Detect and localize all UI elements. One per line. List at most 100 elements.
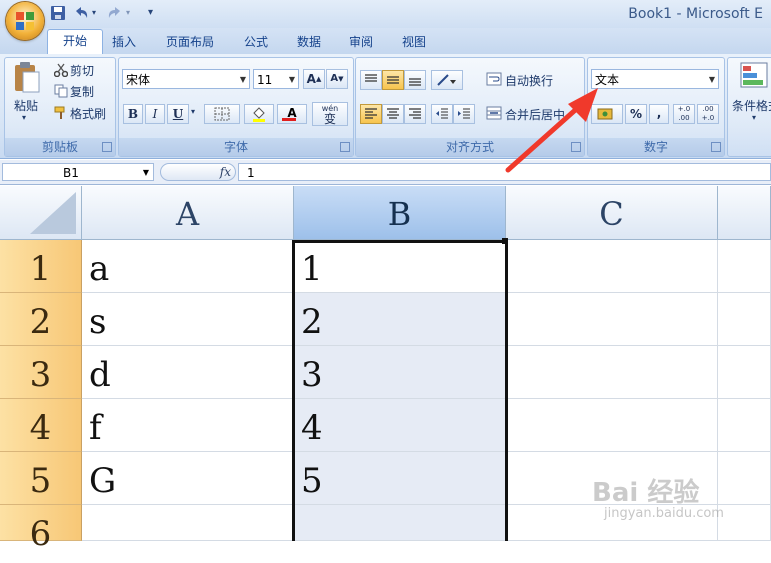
watermark-url: jingyan.baidu.com	[604, 506, 724, 521]
row-header-5[interactable]: 5	[0, 452, 82, 505]
font-name-value: 宋体	[126, 73, 151, 87]
red-arrow-annotation	[505, 88, 598, 173]
decrease-indent-icon[interactable]	[431, 104, 453, 124]
orientation-icon[interactable]	[431, 70, 463, 90]
shrink-font-label: A	[330, 73, 339, 84]
conditional-format-dropdown[interactable]: ▾	[752, 113, 756, 122]
cell-c4[interactable]	[506, 399, 718, 452]
tab-home[interactable]: 开始	[47, 29, 103, 55]
percent-style-button[interactable]: %	[625, 104, 647, 124]
underline-dropdown[interactable]: ▾	[191, 107, 195, 116]
row-header-1[interactable]: 1	[0, 240, 82, 293]
row-header-2[interactable]: 2	[0, 293, 82, 346]
redo-icon[interactable]	[104, 5, 124, 21]
border-grid-icon	[214, 107, 230, 121]
align-top-icon[interactable]	[360, 70, 382, 90]
row-header-6[interactable]: 6	[0, 505, 82, 554]
decrease-decimal-button[interactable]: .00 +.0	[697, 104, 719, 124]
cell-c1[interactable]	[506, 240, 718, 293]
number-format-select[interactable]: 文本 ▼	[591, 69, 719, 89]
font-name-select[interactable]: 宋体 ▼	[122, 69, 250, 89]
tab-page-layout[interactable]: 页面布局	[164, 31, 216, 53]
name-box-value: B1	[63, 166, 79, 180]
increase-decimal-button[interactable]: +.0 .00	[673, 104, 695, 124]
number-dialog-launcher[interactable]	[711, 142, 721, 152]
cell-b2[interactable]: 2	[294, 293, 506, 346]
grow-font-button[interactable]: A▲	[303, 69, 325, 89]
align-middle-icon[interactable]	[382, 70, 404, 90]
cell-a5[interactable]: G	[82, 452, 294, 505]
align-left-icon[interactable]	[360, 104, 382, 124]
cell-b5[interactable]: 5	[294, 452, 506, 505]
bold-button[interactable]: B	[123, 104, 143, 124]
name-box[interactable]: B1 ▼	[2, 163, 154, 181]
window-title: Book1 - Microsoft E	[628, 6, 763, 22]
conditional-format-button[interactable]: 条件格式	[732, 97, 771, 114]
cell-b4[interactable]: 4	[294, 399, 506, 452]
comma-style-button[interactable]: ,	[649, 104, 669, 124]
save-icon[interactable]	[50, 5, 66, 21]
cell-b1[interactable]: 1	[294, 240, 506, 293]
italic-button[interactable]: I	[145, 104, 165, 124]
cell-d5[interactable]	[718, 452, 771, 505]
increase-indent-icon[interactable]	[453, 104, 475, 124]
shrink-font-button[interactable]: A▼	[326, 69, 348, 89]
tab-formulas[interactable]: 公式	[242, 31, 270, 53]
clipboard-dialog-launcher[interactable]	[102, 142, 112, 152]
cell-c3[interactable]	[506, 346, 718, 399]
align-right-icon[interactable]	[404, 104, 426, 124]
paste-button-label[interactable]: 粘贴	[14, 97, 38, 114]
paste-dropdown[interactable]: ▾	[22, 113, 26, 122]
tab-data[interactable]: 数据	[295, 31, 323, 53]
align-center-icon[interactable]	[382, 104, 404, 124]
cell-c2[interactable]	[506, 293, 718, 346]
scissors-icon[interactable]	[53, 62, 69, 78]
column-header-b[interactable]: B	[294, 186, 506, 240]
borders-button[interactable]	[204, 104, 240, 124]
copy-button[interactable]: 复制	[70, 83, 94, 100]
undo-dropdown[interactable]: ▾	[92, 5, 96, 21]
tab-view[interactable]: 视图	[400, 31, 428, 53]
paintbrush-icon[interactable]	[54, 105, 68, 119]
column-header-d[interactable]	[718, 186, 771, 240]
font-color-swatch	[282, 118, 296, 121]
cut-button[interactable]: 剪切	[70, 62, 94, 79]
cell-a3[interactable]: d	[82, 346, 294, 399]
fill-handle[interactable]	[502, 238, 508, 244]
font-dialog-launcher[interactable]	[340, 142, 350, 152]
insert-function-button[interactable]: fx	[220, 164, 231, 180]
cell-b3[interactable]: 3	[294, 346, 506, 399]
conditional-format-icon[interactable]	[740, 62, 768, 88]
undo-icon[interactable]	[72, 5, 92, 21]
select-all-button[interactable]	[0, 186, 82, 240]
underline-button[interactable]: U	[167, 104, 189, 124]
customize-quick-access[interactable]: ▾	[148, 5, 153, 21]
tab-review[interactable]: 审阅	[347, 31, 375, 53]
cell-d2[interactable]	[718, 293, 771, 346]
phonetic-guide-button[interactable]: wén 变	[312, 102, 348, 126]
format-painter-button[interactable]: 格式刷	[70, 105, 106, 122]
row-header-4[interactable]: 4	[0, 399, 82, 452]
cell-d6[interactable]	[718, 505, 771, 541]
cell-a1[interactable]: a	[82, 240, 294, 293]
column-header-a[interactable]: A	[82, 186, 294, 240]
cell-a2[interactable]: s	[82, 293, 294, 346]
copy-icon[interactable]	[54, 83, 68, 98]
cell-d1[interactable]	[718, 240, 771, 293]
row-header-3[interactable]: 3	[0, 346, 82, 399]
font-size-select[interactable]: 11 ▼	[253, 69, 299, 89]
redo-dropdown[interactable]: ▾	[126, 5, 130, 21]
select-all-triangle-icon	[30, 192, 76, 234]
clipboard-paste-icon[interactable]	[12, 60, 42, 94]
cell-a4[interactable]: f	[82, 399, 294, 452]
cell-a6[interactable]	[82, 505, 294, 541]
cell-d4[interactable]	[718, 399, 771, 452]
align-bottom-icon[interactable]	[404, 70, 426, 90]
font-color-button[interactable]: A	[277, 104, 307, 124]
cell-b6[interactable]	[294, 505, 506, 541]
fill-color-button[interactable]	[244, 104, 274, 124]
cell-d3[interactable]	[718, 346, 771, 399]
office-button[interactable]	[6, 2, 44, 40]
tab-insert[interactable]: 插入	[110, 31, 138, 53]
column-header-c[interactable]: C	[506, 186, 718, 240]
